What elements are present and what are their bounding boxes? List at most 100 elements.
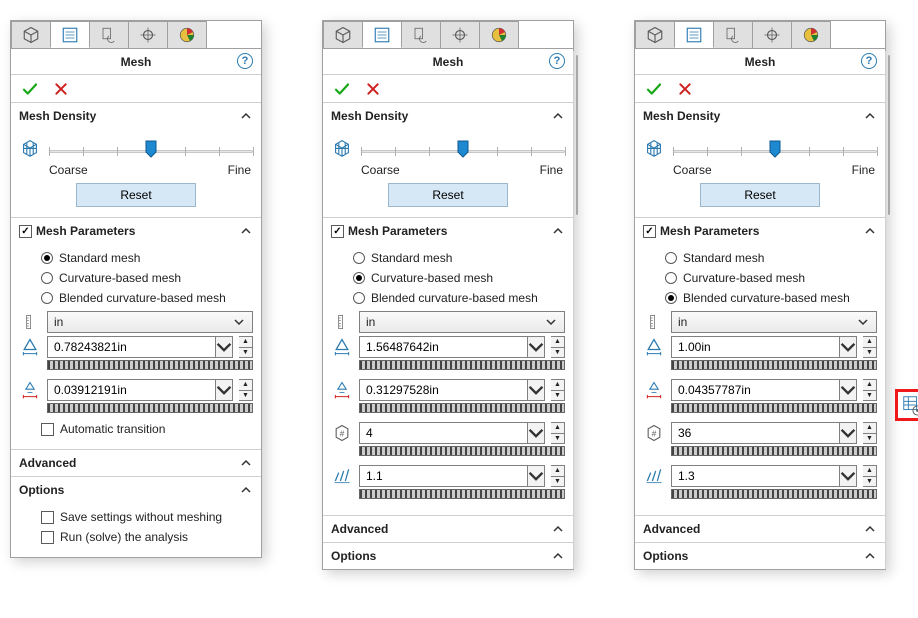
spinner-down-icon[interactable]: ▼	[863, 348, 876, 358]
help-icon[interactable]: ?	[549, 53, 565, 69]
spinner-up-icon[interactable]: ▲	[863, 337, 876, 348]
spinner-up-icon[interactable]: ▲	[239, 337, 252, 348]
min-size-scale[interactable]	[359, 403, 565, 413]
growth-ratio-spinner[interactable]: ▲▼	[863, 465, 877, 487]
elements-per-circle-scale[interactable]	[671, 446, 877, 456]
run-solve-row[interactable]: Run (solve) the analysis	[19, 527, 253, 547]
min-size-spinner[interactable]: ▲▼	[551, 379, 565, 401]
growth-ratio-spinner[interactable]: ▲▼	[551, 465, 565, 487]
save-settings-checkbox[interactable]	[41, 511, 54, 524]
scrollbar-thumb[interactable]	[888, 55, 890, 215]
tab-display-manager[interactable]	[167, 21, 207, 48]
run-solve-checkbox[interactable]	[41, 531, 54, 544]
min-size-scale[interactable]	[671, 403, 877, 413]
tab-config-manager[interactable]	[713, 21, 753, 48]
ok-button[interactable]	[21, 80, 39, 98]
spinner-down-icon[interactable]: ▼	[551, 434, 564, 444]
global-size-scale[interactable]	[671, 360, 877, 370]
radio-standard-mesh[interactable]: Standard mesh	[331, 248, 565, 268]
spinner-up-icon[interactable]: ▲	[551, 337, 564, 348]
radio-blended-mesh[interactable]: Blended curvature-based mesh	[331, 288, 565, 308]
section-header-options[interactable]: Options	[11, 477, 261, 503]
tab-property-manager[interactable]	[674, 21, 714, 48]
radio-blended-mesh[interactable]: Blended curvature-based mesh	[643, 288, 877, 308]
tab-config-manager[interactable]	[401, 21, 441, 48]
cancel-button[interactable]	[53, 81, 69, 97]
section-header-density[interactable]: Mesh Density	[11, 103, 261, 129]
section-header-advanced[interactable]: Advanced	[323, 516, 573, 542]
dropdown-icon[interactable]	[839, 336, 857, 358]
radio-standard-mesh[interactable]: Standard mesh	[643, 248, 877, 268]
mesh-parameters-checkbox[interactable]	[643, 225, 656, 238]
tab-property-manager[interactable]	[362, 21, 402, 48]
spinner-up-icon[interactable]: ▲	[551, 466, 564, 477]
section-header-density[interactable]: Mesh Density	[323, 103, 573, 129]
elements-per-circle-input[interactable]	[359, 422, 527, 444]
section-header-params[interactable]: Mesh Parameters	[11, 218, 261, 244]
slider-thumb-icon[interactable]	[457, 140, 469, 158]
global-size-spinner[interactable]: ▲▼	[863, 336, 877, 358]
ok-button[interactable]	[333, 80, 351, 98]
radio-blended-mesh[interactable]: Blended curvature-based mesh	[19, 288, 253, 308]
help-icon[interactable]: ?	[861, 53, 877, 69]
reset-button[interactable]: Reset	[76, 183, 196, 207]
tab-display-manager[interactable]	[791, 21, 831, 48]
global-size-spinner[interactable]: ▲▼	[551, 336, 565, 358]
mesh-parameters-checkbox[interactable]	[331, 225, 344, 238]
elements-per-circle-spinner[interactable]: ▲▼	[551, 422, 565, 444]
cancel-button[interactable]	[677, 81, 693, 97]
section-header-options[interactable]: Options	[635, 543, 885, 569]
growth-ratio-scale[interactable]	[671, 489, 877, 499]
mesh-parameters-checkbox[interactable]	[19, 225, 32, 238]
spinner-down-icon[interactable]: ▼	[239, 391, 252, 401]
growth-ratio-scale[interactable]	[359, 489, 565, 499]
dropdown-icon[interactable]	[215, 379, 233, 401]
global-size-scale[interactable]	[359, 360, 565, 370]
min-size-input[interactable]	[359, 379, 527, 401]
vertical-scrollbar[interactable]	[573, 51, 574, 569]
dropdown-icon[interactable]	[527, 422, 545, 444]
spinner-up-icon[interactable]: ▲	[239, 380, 252, 391]
radio-standard-mesh[interactable]: Standard mesh	[19, 248, 253, 268]
section-header-params[interactable]: Mesh Parameters	[635, 218, 885, 244]
elements-per-circle-input[interactable]	[671, 422, 839, 444]
min-size-scale[interactable]	[47, 403, 253, 413]
tab-display-manager[interactable]	[479, 21, 519, 48]
radio-curvature-mesh[interactable]: Curvature-based mesh	[643, 268, 877, 288]
min-size-spinner[interactable]: ▲▼	[239, 379, 253, 401]
cancel-button[interactable]	[365, 81, 381, 97]
tab-dimxpert[interactable]	[440, 21, 480, 48]
section-header-advanced[interactable]: Advanced	[11, 450, 261, 476]
spinner-down-icon[interactable]: ▼	[239, 348, 252, 358]
spinner-up-icon[interactable]: ▲	[551, 380, 564, 391]
elements-per-circle-scale[interactable]	[359, 446, 565, 456]
growth-ratio-input[interactable]	[671, 465, 839, 487]
unit-select[interactable]: in	[47, 311, 253, 333]
dropdown-icon[interactable]	[839, 422, 857, 444]
section-header-density[interactable]: Mesh Density	[635, 103, 885, 129]
global-size-input[interactable]	[47, 336, 215, 358]
spinner-down-icon[interactable]: ▼	[551, 348, 564, 358]
dropdown-icon[interactable]	[527, 465, 545, 487]
slider-thumb-icon[interactable]	[769, 140, 781, 158]
tab-feature-tree[interactable]	[635, 21, 675, 48]
reset-button[interactable]: Reset	[700, 183, 820, 207]
dropdown-icon[interactable]	[527, 379, 545, 401]
dropdown-icon[interactable]	[839, 465, 857, 487]
growth-ratio-input[interactable]	[359, 465, 527, 487]
tab-dimxpert[interactable]	[128, 21, 168, 48]
mesh-control-table-button[interactable]	[895, 389, 918, 421]
global-size-input[interactable]	[671, 336, 839, 358]
spinner-up-icon[interactable]: ▲	[863, 466, 876, 477]
spinner-down-icon[interactable]: ▼	[863, 391, 876, 401]
spinner-down-icon[interactable]: ▼	[551, 477, 564, 487]
scrollbar-thumb[interactable]	[576, 55, 578, 215]
spinner-up-icon[interactable]: ▲	[863, 380, 876, 391]
density-slider[interactable]	[49, 138, 253, 158]
ok-button[interactable]	[645, 80, 663, 98]
slider-thumb-icon[interactable]	[145, 140, 157, 158]
tab-feature-tree[interactable]	[11, 21, 51, 48]
spinner-down-icon[interactable]: ▼	[863, 477, 876, 487]
radio-curvature-mesh[interactable]: Curvature-based mesh	[19, 268, 253, 288]
spinner-up-icon[interactable]: ▲	[863, 423, 876, 434]
